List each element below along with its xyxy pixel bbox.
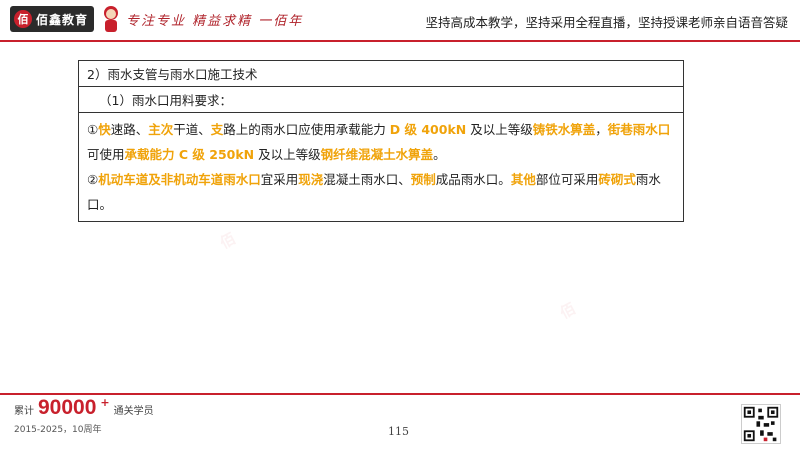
logo-mark-icon: 佰 bbox=[14, 10, 32, 28]
highlight-text: 主次 bbox=[148, 122, 174, 137]
stat-suffix: 通关学员 bbox=[113, 406, 154, 417]
slogan-text: 专注专业 精益求精 一佰年 bbox=[126, 14, 304, 29]
body-text: 可使用 bbox=[87, 147, 125, 162]
body-text: ② bbox=[87, 172, 99, 187]
highlight-text: D 级 400kN bbox=[389, 122, 467, 137]
body-text: ， bbox=[595, 122, 608, 137]
body-text: 及以上等级 bbox=[254, 147, 321, 162]
brand-logo: 佰 佰鑫教育 bbox=[10, 6, 94, 32]
content-body: ①快速路、主次干道、支路上的雨水口应使用承载能力 D 级 400kN 及以上等级… bbox=[79, 113, 683, 221]
mascot-icon bbox=[104, 6, 118, 32]
body-text: 部位可采用 bbox=[535, 172, 599, 187]
body-text: 速路、 bbox=[110, 122, 149, 137]
content-table: 2）雨水支管与雨水口施工技术 （1）雨水口用料要求： ①快速路、主次干道、支路上… bbox=[78, 60, 684, 222]
watermark-logo-icon: 佰 bbox=[556, 299, 579, 323]
body-text: 宜采用 bbox=[260, 172, 299, 187]
page-number: 115 bbox=[388, 425, 409, 438]
section-title: 2）雨水支管与雨水口施工技术 bbox=[79, 61, 683, 87]
header-bar: 佰 佰鑫教育 专注专业 精益求精 一佰年 坚持高成本教学，坚持采用全程直播，坚持… bbox=[0, 0, 800, 40]
stat-number: 90000 bbox=[38, 396, 97, 419]
highlight-text: 铸铁水箅盖 bbox=[532, 122, 596, 137]
body-text: 干道、 bbox=[173, 122, 211, 137]
stat-plus: + bbox=[100, 396, 110, 409]
body-text: ① bbox=[87, 122, 99, 137]
years-text: 2015-2025，10周年 bbox=[14, 425, 102, 435]
logo-text: 佰鑫教育 bbox=[36, 12, 89, 27]
body-text: 成品雨水口。 bbox=[435, 172, 511, 187]
header-tagline: 坚持高成本教学，坚持采用全程直播，坚持授课老师亲自语音答疑 bbox=[425, 15, 788, 30]
highlight-text: 承载能力 C 级 250kN bbox=[124, 147, 255, 162]
header-divider bbox=[0, 40, 800, 42]
watermark-logo-icon: 佰 bbox=[216, 229, 239, 253]
highlight-text: 机动车道及非机动车道雨水口 bbox=[98, 172, 261, 187]
highlight-text: 现浇 bbox=[298, 172, 324, 187]
highlight-text: 街巷雨水口 bbox=[607, 122, 671, 137]
highlight-text: 快 bbox=[98, 122, 111, 137]
footer-divider bbox=[0, 393, 800, 395]
body-text: 混凝土雨水口、 bbox=[323, 172, 411, 187]
body-text: 及以上等级 bbox=[466, 122, 533, 137]
highlight-text: 支 bbox=[210, 122, 224, 137]
qr-code-icon bbox=[741, 404, 781, 444]
highlight-text: 其他 bbox=[510, 172, 536, 187]
stat-prefix: 累计 bbox=[14, 406, 34, 417]
highlight-text: 钢纤维混凝土水箅盖 bbox=[320, 147, 434, 162]
body-text: 路上的雨水口应使用承载能力 bbox=[223, 122, 390, 137]
paragraph-1: ①快速路、主次干道、支路上的雨水口应使用承载能力 D 级 400kN 及以上等级… bbox=[87, 117, 675, 167]
paragraph-2: ②机动车道及非机动车道雨水口宜采用现浇混凝土雨水口、预制成品雨水口。其他部位可采… bbox=[87, 167, 675, 217]
body-text: 。 bbox=[433, 147, 446, 162]
highlight-text: 砖砌式 bbox=[598, 172, 636, 187]
section-subtitle: （1）雨水口用料要求： bbox=[79, 87, 683, 113]
highlight-text: 预制 bbox=[410, 172, 436, 187]
footer-stats: 累计 90000 + 通关学员 2015-2025，10周年 bbox=[14, 396, 154, 435]
